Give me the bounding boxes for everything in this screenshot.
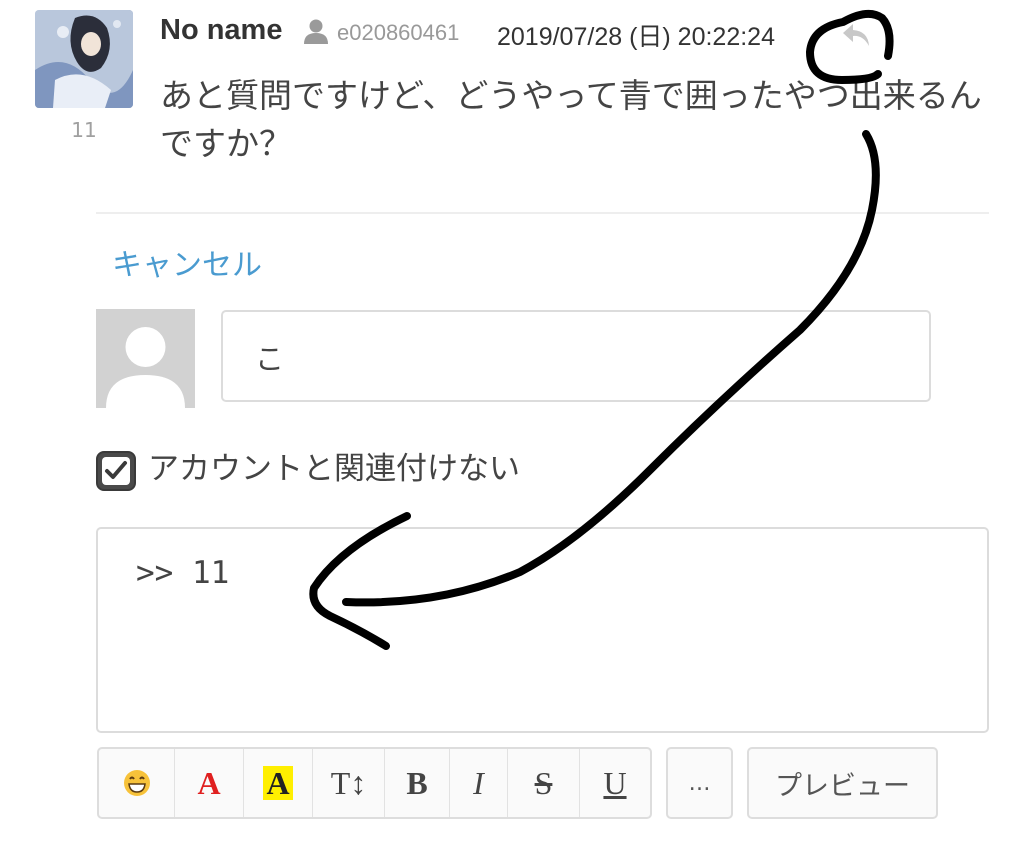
reply-textarea[interactable]: >> 11: [134, 553, 958, 717]
bold-button[interactable]: B: [385, 749, 450, 817]
post-number: 11: [71, 118, 97, 142]
highlight-button[interactable]: A: [244, 749, 313, 817]
reply-icon[interactable]: [839, 20, 873, 50]
italic-button[interactable]: I: [450, 749, 508, 817]
name-field[interactable]: [253, 328, 897, 386]
preview-button[interactable]: プレビュー: [749, 749, 936, 817]
format-button-group: A A T↕ B I S U: [97, 747, 652, 819]
reply-box: >> 11: [96, 527, 989, 733]
anonymous-checkbox-label[interactable]: アカウントと関連付けない: [148, 443, 520, 488]
more-button[interactable]: …: [668, 749, 731, 817]
default-avatar: [96, 309, 195, 408]
more-button-group: …: [666, 747, 733, 819]
comment-text: あと質問ですけど、どうやって青で囲ったやつ出来るんですか？: [160, 76, 982, 163]
font-color-button[interactable]: A: [175, 749, 244, 817]
divider: [96, 212, 989, 214]
editor-toolbar: A A T↕ B I S U … プレビュー: [97, 747, 938, 819]
cancel-link[interactable]: キャンセル: [112, 240, 262, 284]
smiley-icon: [123, 770, 150, 796]
author-name[interactable]: No name: [160, 14, 282, 47]
checkmark-icon: [102, 457, 130, 485]
preview-label: プレビュー: [775, 770, 910, 802]
user-icon: [304, 19, 328, 44]
name-field-box: [221, 310, 931, 402]
underline-button[interactable]: U: [580, 749, 650, 817]
more-label: …: [688, 770, 711, 796]
font-size-button[interactable]: T↕: [313, 749, 385, 817]
highlight-icon: A: [263, 766, 293, 800]
user-id[interactable]: e020860461: [337, 20, 459, 46]
emoji-button[interactable]: [99, 749, 175, 817]
avatar-placeholder-icon: [96, 309, 195, 408]
post-timestamp: 2019/07/28 (日) 20:22:24: [497, 23, 775, 51]
anonymous-checkbox[interactable]: [96, 451, 136, 491]
preview-button-group: プレビュー: [747, 747, 938, 819]
anime-character-image: [35, 10, 133, 108]
poster-thumbnail[interactable]: [35, 10, 133, 108]
strikethrough-button[interactable]: S: [508, 749, 580, 817]
